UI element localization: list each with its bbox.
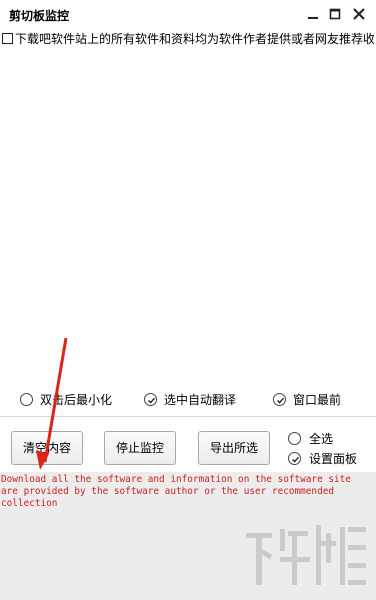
stop-monitor-button[interactable]: 停止监控 bbox=[104, 431, 176, 465]
export-selected-button[interactable]: 导出所选 bbox=[198, 431, 270, 465]
radio-icon[interactable] bbox=[288, 432, 301, 445]
watermark-logo bbox=[240, 515, 370, 595]
check-circle-icon[interactable] bbox=[288, 452, 301, 465]
select-all-option[interactable]: 全选 bbox=[288, 430, 368, 448]
option-label: 窗口最前 bbox=[293, 393, 342, 407]
list-item[interactable]: 下载吧软件站上的所有软件和资料均为软件作者提供或者网友推荐收 bbox=[2, 30, 374, 48]
clipboard-list[interactable]: 下载吧软件站上的所有软件和资料均为软件作者提供或者网友推荐收 bbox=[0, 30, 376, 378]
clear-button[interactable]: 清空内容 bbox=[11, 431, 83, 465]
title-bar: 剪切板监控 bbox=[0, 0, 376, 30]
check-circle-icon[interactable] bbox=[273, 393, 286, 406]
option-label: 全选 bbox=[309, 432, 334, 446]
auto-translate-option[interactable]: 选中自动翻译 bbox=[144, 391, 254, 409]
divider bbox=[0, 416, 376, 417]
minimize-on-double-click-option[interactable]: 双击后最小化 bbox=[20, 391, 120, 409]
window-title: 剪切板监控 bbox=[9, 9, 70, 23]
minimize-icon[interactable] bbox=[304, 6, 322, 22]
settings-panel-option[interactable]: 设置面板 bbox=[288, 450, 368, 468]
option-label: 设置面板 bbox=[309, 452, 358, 466]
list-item-text: 下载吧软件站上的所有软件和资料均为软件作者提供或者网友推荐收 bbox=[15, 32, 374, 46]
check-circle-icon[interactable] bbox=[144, 393, 157, 406]
option-label: 选中自动翻译 bbox=[164, 393, 237, 407]
window-on-top-option[interactable]: 窗口最前 bbox=[273, 391, 363, 409]
list-item-checkbox[interactable] bbox=[2, 33, 13, 44]
option-label: 双击后最小化 bbox=[40, 393, 113, 407]
maximize-icon[interactable] bbox=[326, 6, 344, 22]
translation-text: Download all the software and informatio… bbox=[1, 474, 351, 509]
radio-icon[interactable] bbox=[20, 393, 33, 406]
close-icon[interactable] bbox=[350, 6, 368, 22]
